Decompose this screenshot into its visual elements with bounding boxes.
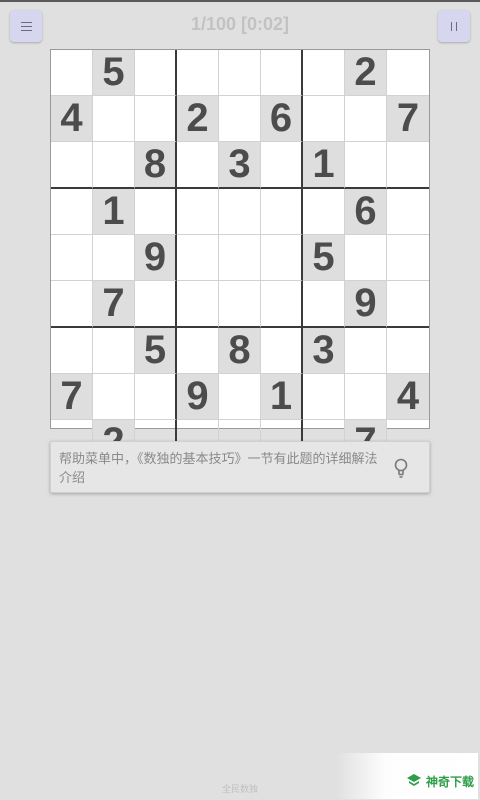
board-cell[interactable] — [93, 235, 135, 281]
app-name-footer: 全民数独 — [221, 785, 258, 795]
puzzle-title: 1/100 [0:02] — [190, 14, 290, 34]
board-cell[interactable] — [93, 96, 135, 142]
board-cell[interactable] — [261, 328, 303, 374]
board-cell[interactable] — [177, 189, 219, 235]
pause-button[interactable] — [438, 10, 470, 42]
watermark-logo-icon — [407, 774, 421, 786]
hint-card[interactable]: 帮助菜单中，《数独的基本技巧》一节有此题的详细解法介绍 — [50, 441, 430, 493]
board-cell[interactable] — [51, 235, 93, 281]
board-cell[interactable] — [345, 96, 387, 142]
board-cell[interactable] — [345, 328, 387, 374]
board-cell[interactable] — [219, 96, 261, 142]
board-cell[interactable]: 8 — [135, 142, 177, 189]
board-cell[interactable] — [51, 142, 93, 189]
board-cell[interactable]: 5 — [303, 235, 345, 281]
board-cell[interactable]: 1 — [303, 142, 345, 189]
board-cell[interactable]: 7 — [387, 96, 429, 142]
board-cell[interactable]: 4 — [51, 96, 93, 142]
board-cell[interactable] — [387, 50, 429, 96]
board-cell[interactable] — [135, 96, 177, 142]
board-cell[interactable]: 9 — [177, 374, 219, 420]
board-cell[interactable] — [177, 281, 219, 328]
board-cell[interactable]: 2 — [177, 96, 219, 142]
board-cell[interactable] — [51, 50, 93, 96]
board-cell[interactable] — [51, 189, 93, 235]
board-cell[interactable] — [93, 142, 135, 189]
watermark-badge: 神奇下载 — [336, 753, 478, 799]
board-cell[interactable] — [303, 50, 345, 96]
board-cell[interactable]: 1 — [261, 374, 303, 420]
board-cell[interactable] — [93, 328, 135, 374]
board-cell[interactable]: 9 — [135, 235, 177, 281]
board-cell[interactable] — [345, 374, 387, 420]
board-cell[interactable] — [345, 235, 387, 281]
board-cell[interactable] — [135, 374, 177, 420]
board-cell[interactable] — [177, 328, 219, 374]
board-cell[interactable] — [51, 281, 93, 328]
board-cell[interactable] — [387, 189, 429, 235]
board-cell[interactable]: 9 — [345, 281, 387, 328]
board-cell[interactable] — [135, 50, 177, 96]
board-cell[interactable]: 1 — [93, 189, 135, 235]
board-cell[interactable] — [219, 189, 261, 235]
board-cell[interactable] — [261, 281, 303, 328]
board-cell[interactable] — [303, 281, 345, 328]
board-cell[interactable] — [219, 235, 261, 281]
board-cell[interactable] — [135, 189, 177, 235]
board-cell[interactable] — [303, 96, 345, 142]
board-cell[interactable] — [219, 281, 261, 328]
board-cell[interactable] — [219, 50, 261, 96]
board-cell[interactable] — [387, 281, 429, 328]
board-cell[interactable] — [261, 50, 303, 96]
board-cell[interactable] — [177, 235, 219, 281]
board-cell[interactable] — [261, 235, 303, 281]
board-cell[interactable] — [135, 281, 177, 328]
board-cell[interactable]: 3 — [303, 328, 345, 374]
board-cell[interactable] — [261, 189, 303, 235]
board-cell[interactable] — [303, 374, 345, 420]
menu-icon — [20, 21, 32, 31]
board-cell[interactable]: 6 — [345, 189, 387, 235]
board-cell[interactable] — [177, 142, 219, 189]
board-cell[interactable] — [219, 374, 261, 420]
board-cell[interactable]: 5 — [93, 50, 135, 96]
board-cell[interactable] — [387, 235, 429, 281]
board-cell[interactable] — [177, 50, 219, 96]
board-cell[interactable]: 5 — [135, 328, 177, 374]
board-cell[interactable]: 8 — [219, 328, 261, 374]
board-cell[interactable]: 3 — [219, 142, 261, 189]
board-cell[interactable]: 6 — [261, 96, 303, 142]
menu-button[interactable] — [10, 10, 42, 42]
board-cell[interactable]: 2 — [345, 50, 387, 96]
board-cell[interactable] — [51, 328, 93, 374]
board-cell[interactable] — [93, 374, 135, 420]
board-cell[interactable] — [387, 142, 429, 189]
watermark-text: 神奇下载 — [426, 775, 475, 789]
hint-text: 帮助菜单中，《数独的基本技巧》一节有此题的详细解法介绍 — [59, 452, 378, 486]
board-cell[interactable]: 4 — [387, 374, 429, 420]
top-divider — [0, 0, 480, 2]
board-cell[interactable] — [345, 142, 387, 189]
lightbulb-icon[interactable] — [391, 457, 411, 479]
sudoku-board: 524267831169579583791427 — [50, 49, 430, 465]
board-cell[interactable]: 7 — [93, 281, 135, 328]
board-cell[interactable] — [261, 142, 303, 189]
board-cell[interactable] — [303, 189, 345, 235]
pause-icon — [451, 21, 457, 31]
board-cell[interactable] — [387, 328, 429, 374]
board-cell[interactable]: 7 — [51, 374, 93, 420]
